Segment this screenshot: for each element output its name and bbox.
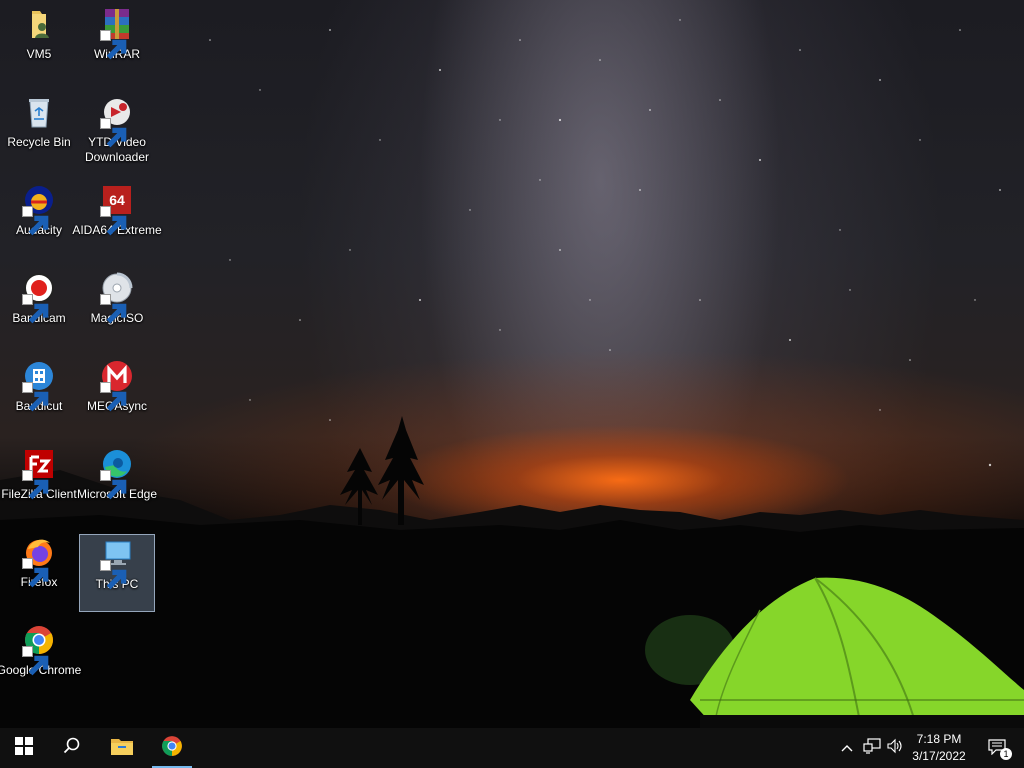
folder-user-icon (22, 7, 56, 41)
network-button[interactable] (860, 728, 884, 768)
taskbar-chrome-button[interactable] (148, 728, 196, 768)
desktop-icon-edge[interactable]: Microsoft Edge (77, 444, 157, 522)
desktop-icon-ytd[interactable]: YTD Video Downloader (79, 92, 155, 170)
shortcut-arrow-icon (100, 382, 127, 412)
shortcut-arrow-icon (22, 206, 49, 236)
desktop-icon-megasync[interactable]: MEGAsync (79, 356, 155, 434)
desktop-icon-magiciso[interactable]: MagicISO (79, 268, 155, 346)
desktop-icon-bandicut[interactable]: Bandicut (1, 356, 77, 434)
show-hidden-icons-button[interactable] (836, 728, 858, 768)
svg-text:64: 64 (109, 192, 125, 208)
audacity-icon (22, 183, 56, 236)
shortcut-arrow-icon (100, 206, 127, 236)
edge-icon (100, 447, 134, 500)
shortcut-arrow-icon (100, 560, 127, 590)
shortcut-arrow-icon (100, 118, 127, 148)
shortcut-arrow-icon (22, 558, 49, 588)
search-icon (63, 737, 81, 760)
shortcut-arrow-icon (22, 382, 49, 412)
volume-button[interactable] (884, 728, 906, 768)
filezilla-icon (22, 447, 56, 500)
shortcut-arrow-icon (100, 470, 127, 500)
desktop-icon-filezilla[interactable]: FileZilla Client (1, 444, 77, 522)
shortcut-arrow-icon (22, 470, 49, 500)
system-clock[interactable]: 7:18 PM 3/17/2022 (904, 731, 974, 765)
network-icon (863, 737, 881, 759)
desktop-icon-firefox[interactable]: Firefox (1, 532, 77, 610)
desktop-icon-vm5[interactable]: VM5 (1, 4, 77, 82)
windows-start-icon (15, 736, 33, 760)
desktop-icon-aida64[interactable]: 64 AIDA64 Extreme (72, 180, 162, 258)
desktop-icon-audacity[interactable]: Audacity (1, 180, 77, 258)
desktop-icon-this-pc[interactable]: This PC (79, 534, 155, 612)
bandicam-icon (22, 271, 56, 324)
desktop-icon-bandicam[interactable]: Bandicam (1, 268, 77, 346)
desktop-icon-recycle-bin[interactable]: Recycle Bin (1, 92, 77, 170)
magiciso-icon (100, 271, 134, 324)
notification-count-badge: 1 (1000, 748, 1012, 760)
chevron-up-icon (841, 739, 853, 757)
chrome-icon (160, 734, 184, 763)
shortcut-arrow-icon (100, 294, 127, 324)
clock-date: 3/17/2022 (912, 749, 966, 763)
taskbar: 7:18 PM 3/17/2022 1 (0, 728, 1024, 768)
action-center-button[interactable]: 1 (978, 728, 1018, 768)
megasync-icon (100, 359, 134, 412)
aida64-icon: 64 (100, 183, 134, 236)
winrar-icon (100, 7, 134, 60)
desktop-wallpaper: VM5 WinRAR Recycle Bin YTD Video Downloa… (0, 0, 1024, 728)
search-button[interactable] (48, 728, 96, 768)
shortcut-arrow-icon (22, 294, 49, 324)
start-button[interactable] (0, 728, 48, 768)
volume-icon (886, 738, 904, 759)
shortcut-arrow-icon (22, 646, 49, 676)
recycle-bin-icon (22, 95, 56, 129)
notification-icon: 1 (988, 739, 1012, 760)
desktop-icon-chrome[interactable]: Google Chrome (0, 620, 81, 698)
chrome-icon (22, 623, 56, 676)
bandicut-icon (22, 359, 56, 412)
this-pc-icon (100, 537, 134, 590)
firefox-icon (22, 535, 56, 588)
ytd-icon (100, 95, 134, 148)
file-explorer-icon (110, 736, 134, 761)
shortcut-arrow-icon (100, 30, 127, 60)
clock-time: 7:18 PM (916, 732, 962, 746)
taskbar-file-explorer-button[interactable] (98, 728, 146, 768)
desktop-icon-winrar[interactable]: WinRAR (79, 4, 155, 82)
